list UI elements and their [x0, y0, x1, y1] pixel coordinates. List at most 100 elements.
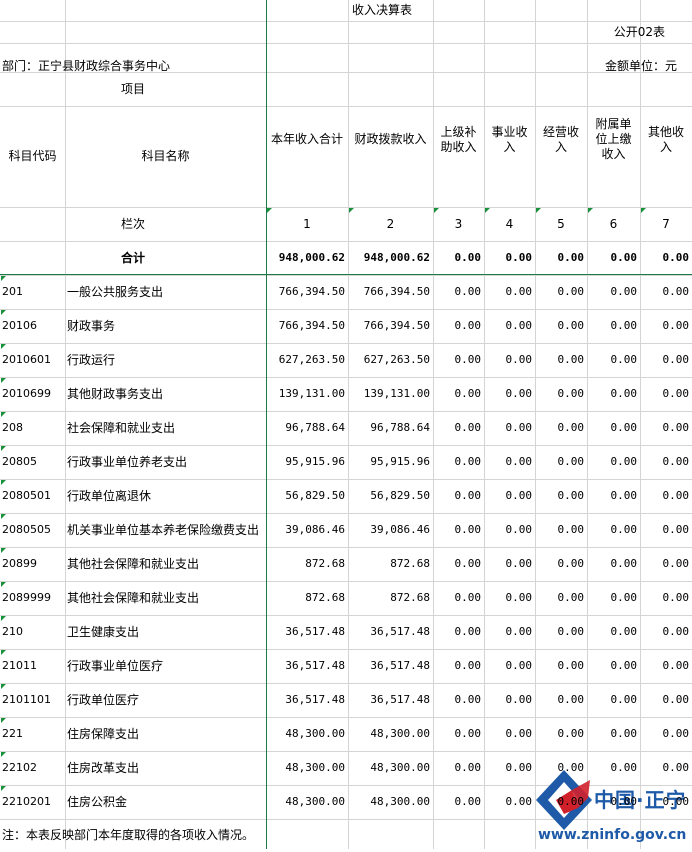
row-name: 财政事务 — [67, 318, 116, 333]
row-value: 0.00 — [610, 693, 638, 707]
row-code: 22102 — [2, 761, 37, 775]
column-number: 7 — [662, 216, 670, 231]
row-value: 48,300.00 — [370, 761, 430, 775]
lanci-label: 栏次 — [120, 216, 145, 231]
row-value: 0.00 — [454, 761, 482, 775]
total-value: 0.00 — [610, 251, 638, 265]
row-value: 0.00 — [454, 557, 482, 571]
row-value: 0.00 — [557, 353, 585, 367]
row-name: 社会保障和就业支出 — [67, 420, 176, 435]
row-value: 39,086.46 — [370, 523, 430, 537]
row-value: 0.00 — [505, 489, 533, 503]
row-value: 0.00 — [505, 761, 533, 775]
row-value: 96,788.64 — [370, 421, 430, 435]
row-value: 0.00 — [610, 421, 638, 435]
row-value: 0.00 — [662, 523, 690, 537]
row-value: 0.00 — [610, 659, 638, 673]
row-code: 20899 — [2, 557, 37, 571]
row-name: 卫生健康支出 — [67, 624, 140, 639]
cell-marker-icon — [536, 208, 541, 213]
row-name: 住房改革支出 — [67, 760, 140, 775]
column-header: 本年收入合计 — [270, 132, 343, 146]
row-value: 872.68 — [390, 557, 430, 571]
form-code: 公开02表 — [613, 24, 665, 39]
row-code: 2089999 — [2, 591, 51, 605]
row-value: 0.00 — [557, 387, 585, 401]
row-value: 0.00 — [557, 659, 585, 673]
row-value: 872.68 — [390, 591, 430, 605]
row-value: 36,517.48 — [370, 659, 430, 673]
row-value: 0.00 — [454, 659, 482, 673]
row-value: 0.00 — [557, 523, 585, 537]
table-note: 注：本表反映部门本年度取得的各项收入情况。 — [2, 827, 255, 842]
column-number: 5 — [557, 216, 565, 231]
row-value: 0.00 — [454, 489, 482, 503]
row-value: 0.00 — [662, 659, 690, 673]
row-value: 0.00 — [610, 557, 638, 571]
column-number: 2 — [386, 216, 395, 231]
row-value: 0.00 — [505, 455, 533, 469]
grid-line — [0, 43, 692, 44]
row-value: 0.00 — [557, 761, 585, 775]
row-code: 2101101 — [2, 693, 51, 707]
row-value: 0.00 — [557, 421, 585, 435]
total-value: 0.00 — [454, 251, 482, 265]
row-value: 0.00 — [610, 625, 638, 639]
row-value: 0.00 — [454, 523, 482, 537]
row-value: 0.00 — [505, 387, 533, 401]
row-value: 0.00 — [662, 353, 690, 367]
row-value: 0.00 — [505, 557, 533, 571]
sheet-title: 收入决算表 — [351, 3, 412, 17]
cell-marker-icon — [588, 208, 593, 213]
row-value: 48,300.00 — [285, 727, 345, 741]
row-value: 0.00 — [454, 727, 482, 741]
row-value: 0.00 — [662, 591, 690, 605]
row-value: 95,915.96 — [370, 455, 430, 469]
row-name: 行政运行 — [67, 352, 116, 367]
row-value: 0.00 — [454, 591, 482, 605]
total-value: 948,000.62 — [278, 251, 345, 265]
column-number: 4 — [505, 216, 514, 231]
total-value: 0.00 — [662, 251, 690, 265]
row-value: 139,131.00 — [278, 387, 345, 401]
row-value: 56,829.50 — [370, 489, 430, 503]
row-value: 0.00 — [610, 489, 638, 503]
row-value: 48,300.00 — [285, 795, 345, 809]
row-value: 56,829.50 — [285, 489, 345, 503]
row-value: 766,394.50 — [363, 319, 430, 333]
cell-marker-icon — [434, 208, 439, 213]
row-value: 0.00 — [610, 523, 638, 537]
row-value: 0.00 — [662, 489, 690, 503]
row-value: 139,131.00 — [363, 387, 430, 401]
row-value: 0.00 — [505, 625, 533, 639]
column-header: 其他收入 — [647, 124, 684, 154]
row-name: 行政事业单位医疗 — [67, 658, 164, 673]
row-value: 872.68 — [305, 591, 345, 605]
row-value: 0.00 — [454, 421, 482, 435]
row-value: 48,300.00 — [370, 795, 430, 809]
row-value: 0.00 — [557, 625, 585, 639]
row-name: 一般公共服务支出 — [67, 284, 164, 299]
row-code: 2010601 — [2, 353, 51, 367]
row-value: 0.00 — [505, 285, 533, 299]
spreadsheet: 收入决算表 公开02表 部门：正宁县财政综合事务中心 金额单位：元 项目 科目代… — [0, 0, 692, 849]
row-value: 0.00 — [557, 591, 585, 605]
row-name: 住房保障支出 — [67, 726, 140, 741]
row-value: 0.00 — [557, 455, 585, 469]
row-code: 20106 — [2, 319, 37, 333]
row-value: 36,517.48 — [370, 693, 430, 707]
row-value: 872.68 — [305, 557, 345, 571]
row-value: 36,517.48 — [370, 625, 430, 639]
row-name: 其他社会保障和就业支出 — [67, 590, 200, 605]
column-header: 附属单位上缴收入 — [595, 117, 632, 161]
row-value: 0.00 — [557, 795, 585, 809]
cell-marker-icon — [641, 208, 646, 213]
row-value: 0.00 — [505, 523, 533, 537]
row-value: 0.00 — [454, 353, 482, 367]
total-value: 0.00 — [505, 251, 533, 265]
row-value: 0.00 — [505, 591, 533, 605]
row-value: 0.00 — [662, 455, 690, 469]
cell-marker-icon — [349, 208, 354, 213]
column-header: 经营收入 — [542, 124, 579, 154]
row-code: 210 — [2, 625, 23, 639]
